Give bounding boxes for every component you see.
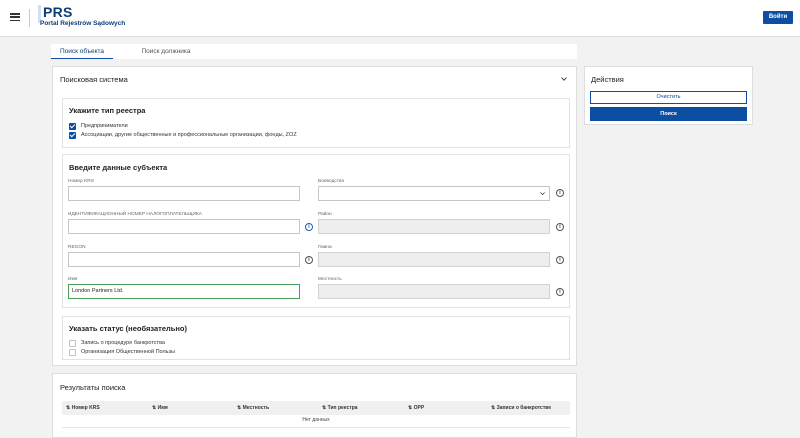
tab-debtor-search[interactable]: Поиск должника [126,44,206,59]
chevron-down-icon [540,192,545,196]
sort-icon: ⇅ [152,405,157,411]
search-button[interactable]: Поиск [590,107,747,121]
subject-data-section: Введите данные субъекта Номер KRS Воевод… [62,154,570,308]
info-icon[interactable]: i [556,288,564,296]
tab-object-search[interactable]: Поиск объекта [51,44,113,59]
info-icon[interactable]: i [556,223,564,231]
info-icon[interactable]: i [556,189,564,197]
sort-icon: ⇅ [66,405,71,411]
registry-option-entrepreneurs[interactable]: Предприниматели [69,122,128,130]
status-option-bankruptcy[interactable]: Запись о процедуре банкротства [69,339,165,347]
column-name[interactable]: ⇅ Имя [152,401,168,415]
column-bankruptcy[interactable]: ⇅ Записи о банкротстве [491,401,551,415]
status-title: Указать статус (необязательно) [69,324,187,333]
column-krs[interactable]: ⇅ Номер KRS [66,401,100,415]
column-opp[interactable]: ⇅ OPP [408,401,424,415]
sort-icon: ⇅ [237,405,242,411]
sort-icon: ⇅ [408,405,413,411]
checkbox-public-benefit[interactable] [69,348,76,356]
checkbox-bankruptcy[interactable] [69,339,76,347]
district-label: Район [318,212,332,217]
status-section: Указать статус (необязательно) Запись о … [62,316,570,360]
logo-title[interactable]: PRS [43,4,73,20]
nip-input[interactable] [68,219,300,234]
actions-panel: Действия Очистить Поиск [584,66,753,125]
checkbox-label: Организация Общественной Пользы [81,349,176,355]
top-bar: PRS Portal Rejestrów Sądowych Войти [0,0,800,37]
voivodeship-label: Воеводство [318,179,345,184]
chevron-down-icon[interactable] [561,76,567,82]
voivodeship-select[interactable] [318,186,550,201]
logo-subtitle[interactable]: Portal Rejestrów Sądowych [40,20,125,27]
regon-label: REGON [68,245,86,250]
registry-option-associations[interactable]: Ассоциации, другие общественные и профес… [69,131,297,139]
divider [62,427,570,428]
empty-results-text: Нет данных [302,417,330,423]
column-locality[interactable]: ⇅ Местность [237,401,269,415]
commune-input[interactable] [318,252,550,267]
checkbox-entrepreneurs[interactable] [69,122,76,130]
district-input[interactable] [318,219,550,234]
divider [29,9,30,27]
sort-icon: ⇅ [322,405,327,411]
status-option-public-benefit[interactable]: Организация Общественной Пользы [69,348,175,356]
info-icon[interactable]: i [305,223,313,231]
regon-input[interactable] [68,252,300,267]
actions-title: Действия [591,75,624,84]
locality-input[interactable] [318,284,550,299]
search-tabs: Поиск объекта Поиск должника [51,44,577,59]
column-registry-type[interactable]: ⇅ Тип реестра [322,401,358,415]
info-icon[interactable]: i [305,256,313,264]
clear-button[interactable]: Очистить [590,91,747,104]
nip-label: ИДЕНТИФИКАЦИОННЫЙ НОМЕР НАЛОГОПЛАТЕЛЬЩИК… [68,212,202,217]
checkbox-label: Ассоциации, другие общественные и профес… [81,132,297,138]
login-button[interactable]: Войти [763,11,793,24]
search-panel-title: Поисковая система [60,75,128,84]
checkbox-label: Предприниматели [81,123,128,129]
search-panel: Поисковая система Укажите тип реестра Пр… [52,66,577,366]
results-title: Результаты поиска [60,383,126,392]
results-panel: Результаты поиска ⇅ Номер KRS ⇅ Имя ⇅ Ме… [52,373,577,438]
locality-label: Местность [318,277,342,282]
results-table-header: ⇅ Номер KRS ⇅ Имя ⇅ Местность ⇅ Тип реес… [62,401,570,415]
registry-type-title: Укажите тип реестра [69,106,146,115]
commune-label: Гмина [318,245,332,250]
krs-input[interactable] [68,186,300,201]
krs-label: Номер KRS [68,179,94,184]
hamburger-icon[interactable] [10,13,20,22]
registry-type-section: Укажите тип реестра Предприниматели Ассо… [62,98,570,148]
subject-data-title: Введите данные субъекта [69,163,168,172]
checkbox-associations[interactable] [69,131,76,139]
sort-icon: ⇅ [491,405,496,411]
info-icon[interactable]: i [556,256,564,264]
checkbox-label: Запись о процедуре банкротства [81,340,165,346]
name-input[interactable]: London Partners Ltd. [68,284,300,299]
name-label: Имя [68,277,78,282]
